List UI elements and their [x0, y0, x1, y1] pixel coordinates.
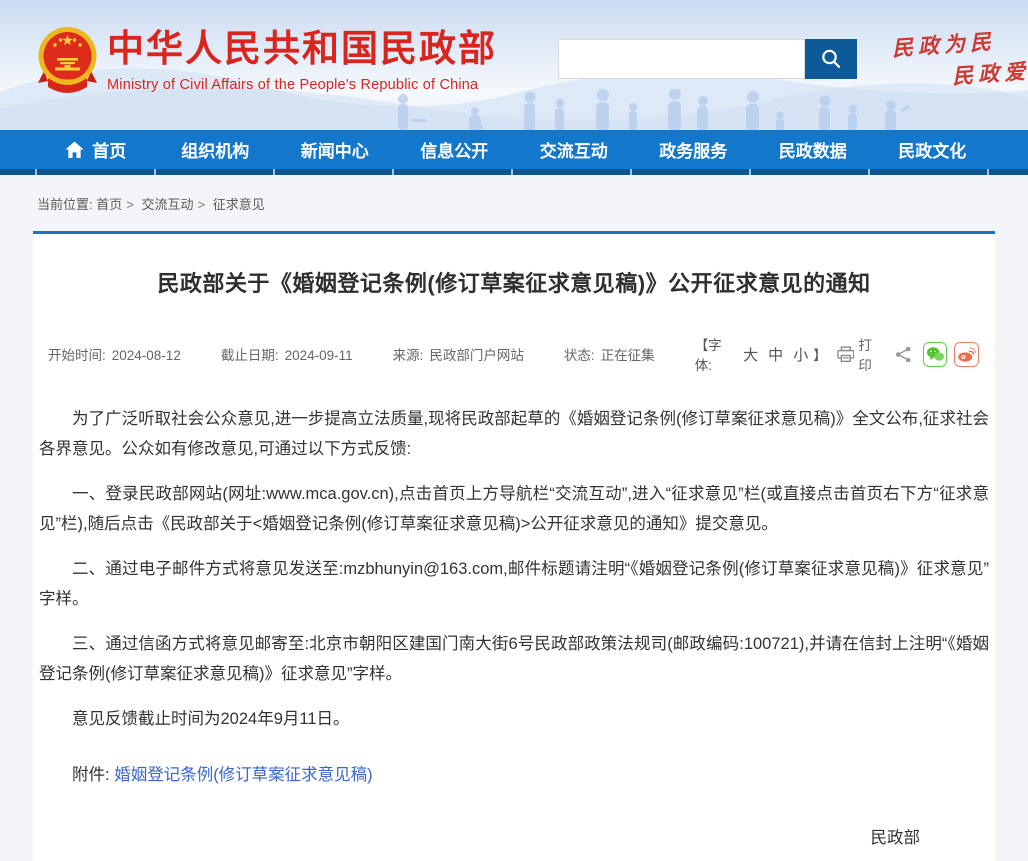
article-body: 为了广泛听取社会公众意见,进一步提高立法质量,现将民政部起草的《婚姻登记条例(修… [33, 404, 995, 734]
slogan-line2: 民政爱民 [951, 50, 1028, 93]
people-silhouettes [355, 89, 915, 130]
nav-item-label: 交流互动 [540, 137, 608, 162]
font-size-medium-button[interactable]: 中 [768, 344, 783, 365]
attachment-line: 附件: 婚姻登记条例(修订草案征求意见稿) [33, 760, 995, 790]
nav-item-label: 首页 [92, 137, 126, 162]
wechat-icon [926, 346, 945, 363]
nav-item-label: 新闻中心 [301, 137, 369, 162]
nav-item-label: 信息公开 [420, 137, 488, 162]
nav-item-label: 民政文化 [898, 137, 966, 162]
weibo-share-button[interactable] [954, 342, 979, 367]
paragraph-deadline: 意见反馈截止时间为2024年9月11日。 [39, 704, 989, 734]
breadcrumb-interaction[interactable]: 交流互动 [141, 197, 193, 212]
nav-item-news[interactable]: 新闻中心 [275, 130, 395, 169]
printer-icon [837, 346, 855, 363]
font-size-large-button[interactable]: 大 [743, 344, 758, 365]
nav-item-info-disclosure[interactable]: 信息公开 [395, 130, 515, 169]
nav-item-organization[interactable]: 组织机构 [156, 130, 276, 169]
national-emblem-logo [36, 25, 99, 97]
paragraph-intro: 为了广泛听取社会公众意见,进一步提高立法质量,现将民政部起草的《婚姻登记条例(修… [39, 404, 989, 464]
print-button[interactable]: 打印 [837, 334, 885, 374]
search-icon [819, 47, 843, 71]
breadcrumb-solicitation[interactable]: 征求意见 [213, 197, 265, 212]
share-icon [895, 346, 912, 363]
meta-label: 状态: [564, 348, 595, 363]
article-title: 民政部关于《婚姻登记条例(修订草案征求意见稿)》公开征求意见的通知 [73, 266, 955, 298]
wechat-share-button[interactable] [923, 342, 948, 367]
site-title: 中华人民共和国民政部 [107, 29, 497, 70]
meta-value: 2024-08-12 [112, 348, 181, 363]
article-meta: 开始时间: 2024-08-12 截止日期: 2024-09-11 来源: 民政部门户… [48, 344, 695, 364]
meta-label: 来源: [393, 348, 424, 363]
breadcrumb-separator: > [126, 197, 134, 212]
article-meta-row: 开始时间: 2024-08-12 截止日期: 2024-09-11 来源: 民政部门户… [48, 334, 979, 374]
breadcrumb-home[interactable]: 首页 [96, 197, 122, 212]
meta-label: 开始时间: [48, 348, 106, 363]
meta-label: 截止日期: [221, 348, 279, 363]
attachment-link[interactable]: 婚姻登记条例(修订草案征求意见稿) [114, 766, 373, 784]
attachment-label: 附件: [72, 766, 110, 784]
breadcrumb-separator: > [198, 197, 206, 212]
site-header: 中华人民共和国民政部 Ministry of Civil Affairs of … [0, 0, 1028, 130]
site-subtitle: Ministry of Civil Affairs of the People'… [107, 77, 497, 93]
weibo-icon [957, 346, 976, 363]
site-title-block: 中华人民共和国民政部 Ministry of Civil Affairs of … [107, 29, 497, 93]
paragraph-method-email: 二、通过电子邮件方式将意见发送至:mzbhunyin@163.com,邮件标题请… [39, 554, 989, 614]
meta-value: 2024-09-11 [285, 348, 353, 363]
meta-value: 民政部门户网站 [429, 348, 524, 363]
font-size-prefix: 【字体: [695, 334, 738, 374]
breadcrumb: 当前位置: 首页 > 交流互动 > 征求意见 [0, 175, 1028, 231]
main-nav: 首页 组织机构 新闻中心 信息公开 交流互动 政务服务 民政数据 民政文化 [0, 130, 1028, 169]
print-label: 打印 [858, 334, 884, 374]
font-size-suffix: 】 [813, 344, 827, 364]
article-signature: 民政部 [33, 824, 995, 848]
nav-item-interaction[interactable]: 交流互动 [514, 130, 634, 169]
search-input[interactable] [558, 39, 805, 79]
slogan-line1: 民政为民 [891, 30, 996, 60]
nav-item-label: 政务服务 [659, 137, 727, 162]
share-button[interactable] [895, 346, 912, 363]
nav-item-data[interactable]: 民政数据 [753, 130, 873, 169]
article-card: 民政部关于《婚姻登记条例(修订草案征求意见稿)》公开征求意见的通知 开始时间: 2… [33, 231, 995, 861]
nav-item-services[interactable]: 政务服务 [634, 130, 754, 169]
paragraph-method-mail: 三、通过信函方式将意见邮寄至:北京市朝阳区建国门南大街6号民政部政策法规司(邮政… [39, 629, 989, 689]
article-toolbar: 【字体: 大 中 小 】 打印 [695, 334, 979, 374]
meta-source: 来源: 民政部门户网站 [393, 344, 524, 364]
paragraph-method-website: 一、登录民政部网站(网址:www.mca.gov.cn),点击首页上方导航栏“交… [39, 479, 989, 539]
search-bar [558, 39, 857, 79]
meta-deadline: 截止日期: 2024-09-11 [221, 344, 353, 364]
meta-start-time: 开始时间: 2024-08-12 [48, 344, 181, 364]
nav-item-home[interactable]: 首页 [36, 130, 156, 169]
nav-item-culture[interactable]: 民政文化 [873, 130, 993, 169]
meta-status: 状态: 正在征集 [564, 344, 655, 364]
font-size-small-button[interactable]: 小 [793, 344, 808, 365]
meta-value: 正在征集 [601, 348, 655, 363]
nav-item-label: 组织机构 [181, 137, 249, 162]
breadcrumb-label: 当前位置: [37, 197, 93, 212]
home-icon [65, 141, 84, 159]
search-button[interactable] [805, 39, 857, 79]
nav-item-label: 民政数据 [779, 137, 847, 162]
